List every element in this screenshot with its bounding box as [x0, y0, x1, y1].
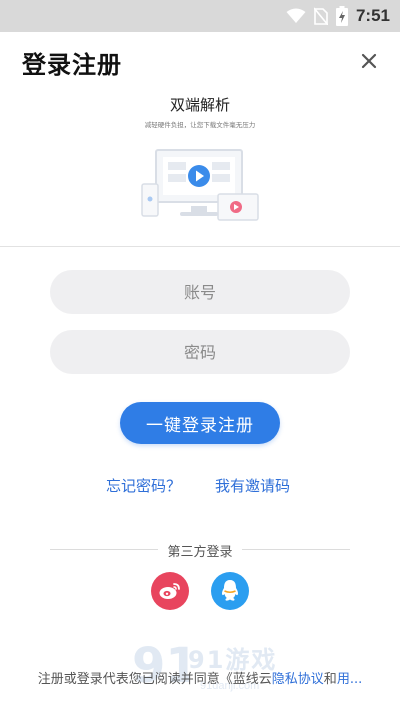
- banner-title: 双端解析: [169, 96, 230, 114]
- feature-banner: 双端解析 减轻硬件负担，让您下载文件毫无压力: [0, 90, 400, 246]
- password-input[interactable]: [50, 330, 350, 374]
- qq-icon: [222, 580, 238, 601]
- devices-illustration: [141, 149, 259, 221]
- account-input[interactable]: [50, 270, 350, 314]
- wifi-icon: [286, 8, 306, 23]
- header: 登录注册: [0, 32, 400, 90]
- user-agreement-link[interactable]: 用...: [337, 672, 362, 687]
- one-click-login-button[interactable]: 一键登录注册: [120, 402, 280, 444]
- weibo-login-button[interactable]: [151, 572, 189, 610]
- agreement-text: 注册或登录代表您已阅读并同意《蓝线云隐私协议和用...: [0, 668, 400, 687]
- status-bar: 7:51: [0, 0, 400, 32]
- agreement-and: 和: [323, 672, 337, 687]
- battery-charging-icon: [335, 6, 348, 26]
- close-icon[interactable]: [358, 50, 380, 72]
- no-sim-icon: [313, 7, 328, 25]
- invite-code-link[interactable]: 我有邀请码: [215, 475, 290, 496]
- qq-login-button[interactable]: [211, 572, 249, 610]
- weibo-icon: [159, 583, 180, 599]
- status-icons: 7:51: [286, 6, 390, 26]
- privacy-policy-link[interactable]: 隐私协议: [272, 672, 324, 687]
- third-party-label: 第三方登录: [167, 545, 233, 560]
- page-title: 登录注册: [22, 51, 122, 79]
- forgot-password-link[interactable]: 忘记密码？: [106, 475, 181, 496]
- agreement-prefix: 注册或登录代表您已阅读并同意《蓝线云: [37, 672, 272, 687]
- status-time: 7:51: [355, 6, 390, 25]
- divider: [0, 246, 400, 247]
- banner-subtitle: 减轻硬件负担，让您下载文件毫无压力: [144, 121, 256, 129]
